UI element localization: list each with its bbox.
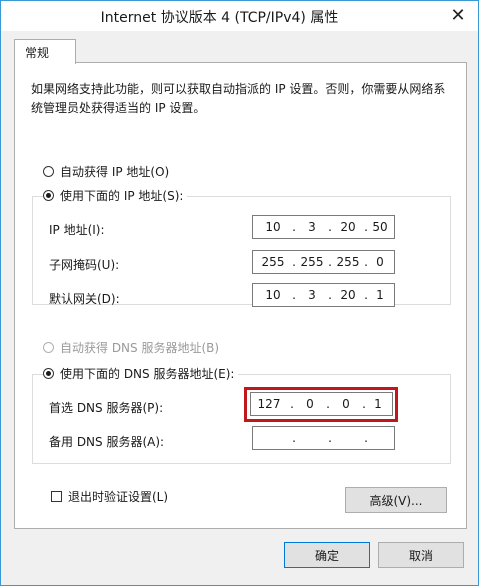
ip-address-label: IP 地址(I):	[49, 223, 105, 237]
cancel-button[interactable]: 取消	[378, 542, 464, 568]
gateway-label: 默认网关(D):	[49, 292, 120, 306]
radio-manual-ip[interactable]: 使用下面的 IP 地址(S):	[43, 187, 188, 204]
radio-auto-dns-label: 自动获得 DNS 服务器地址(B)	[60, 341, 220, 355]
validate-checkbox[interactable]: 退出时验证设置(L)	[51, 488, 168, 505]
radio-manual-ip-label: 使用下面的 IP 地址(S):	[60, 189, 184, 203]
ok-button[interactable]: 确定	[284, 542, 370, 568]
subnet-mask-label: 子网掩码(U):	[49, 258, 120, 272]
radio-auto-ip[interactable]: 自动获得 IP 地址(O)	[43, 163, 169, 180]
radio-manual-ip-circle	[43, 190, 54, 201]
radio-auto-ip-circle	[43, 166, 54, 177]
tab-general[interactable]: 常规	[14, 39, 76, 64]
radio-manual-dns[interactable]: 使用下面的 DNS 服务器地址(E):	[43, 365, 239, 382]
preferred-dns-label: 首选 DNS 服务器(P):	[49, 401, 164, 415]
close-button[interactable]: ✕	[444, 3, 472, 27]
advanced-button[interactable]: 高级(V)...	[345, 487, 447, 513]
gateway-input[interactable]: 10 . 3 . 20 . 1	[252, 283, 395, 307]
preferred-dns-highlight	[244, 387, 398, 422]
ip-address-input[interactable]: 10 . 3 . 20 . 50	[252, 215, 395, 239]
title-bar: Internet 协议版本 4 (TCP/IPv4) 属性 ✕	[1, 1, 478, 31]
validate-checkbox-box	[51, 491, 62, 502]
radio-auto-dns-circle	[43, 342, 54, 353]
close-icon: ✕	[450, 4, 466, 26]
subnet-mask-input[interactable]: 255 . 255 . 255 . 0	[252, 250, 395, 274]
radio-manual-dns-circle	[43, 368, 54, 379]
alternate-dns-label: 备用 DNS 服务器(A):	[49, 435, 165, 449]
description-text: 如果网络支持此功能，则可以获取自动指派的 IP 设置。否则，你需要从网络系统管理…	[31, 82, 446, 115]
radio-manual-dns-label: 使用下面的 DNS 服务器地址(E):	[60, 367, 235, 381]
dialog-window: Internet 协议版本 4 (TCP/IPv4) 属性 ✕ 常规 如果网络支…	[0, 0, 479, 586]
radio-auto-dns[interactable]: 自动获得 DNS 服务器地址(B)	[43, 339, 219, 356]
validate-checkbox-label: 退出时验证设置(L)	[68, 490, 169, 504]
radio-auto-ip-label: 自动获得 IP 地址(O)	[60, 165, 170, 179]
general-panel: 如果网络支持此功能，则可以获取自动指派的 IP 设置。否则，你需要从网络系统管理…	[14, 62, 467, 529]
window-title: Internet 协议版本 4 (TCP/IPv4) 属性	[100, 10, 339, 26]
alternate-dns-input[interactable]: . . .	[252, 426, 395, 450]
tab-general-label: 常规	[25, 46, 50, 60]
